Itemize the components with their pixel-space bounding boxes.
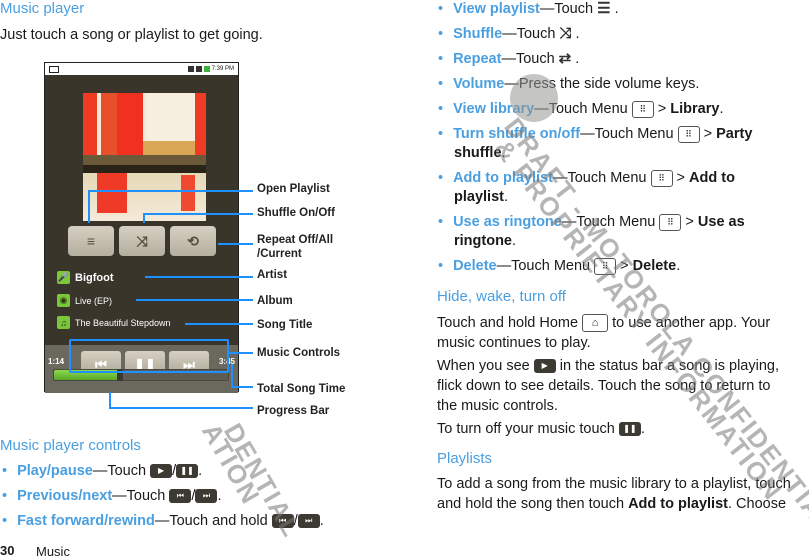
- song-row[interactable]: ♫ The Beautiful Stepdown: [57, 316, 171, 329]
- callout-line: [109, 407, 253, 409]
- repeat-button[interactable]: ⟲: [170, 226, 216, 256]
- callout-progress-bar: Progress Bar: [257, 405, 330, 417]
- callout-line: [143, 213, 253, 215]
- section-heading-player-controls: Music player controls: [0, 437, 141, 454]
- callout-line: [88, 190, 253, 192]
- music-controls-highlight: [69, 339, 229, 373]
- callout-line: [136, 299, 253, 301]
- artist-name: Bigfoot: [75, 271, 114, 284]
- hide-paragraph-3: To turn off your music touch ❚❚.: [437, 421, 645, 437]
- intro-text: Just touch a song or playlist to get goi…: [0, 27, 263, 43]
- album-name: Live (EP): [75, 295, 113, 306]
- album-row[interactable]: ◉ Live (EP): [57, 294, 112, 307]
- album-art: [83, 93, 206, 221]
- microphone-icon: 🎤: [57, 271, 70, 284]
- callout-line: [218, 243, 253, 245]
- battery-icon: [203, 66, 210, 72]
- bullet-add-playlist: • Add to playlist—Touch Menu ⠿ > Add to: [438, 169, 735, 187]
- menu-key-icon: ⠿: [659, 213, 682, 231]
- repeat-icon: ⇄: [558, 50, 572, 67]
- callout-song-title: Song Title: [257, 319, 313, 331]
- menu-key-icon: ⠿: [650, 169, 673, 187]
- bullet-volume: • Volume—Press the side volume keys.: [438, 76, 700, 92]
- shuffle-button[interactable]: ⤨: [119, 226, 165, 256]
- signal-icon: [187, 66, 194, 72]
- callout-total-song-time: Total Song Time: [257, 383, 346, 395]
- callout-line: [231, 386, 253, 388]
- page-number: 30: [0, 543, 15, 558]
- pause-icon: ❚❚: [176, 464, 199, 479]
- repeat-icon: ⟲: [187, 232, 199, 249]
- notification-icon: [49, 65, 59, 73]
- bullet-play-pause: • Play/pause—Touch ▶ / ❚❚.: [2, 463, 203, 479]
- callout-repeat-line2: /Current: [257, 248, 302, 260]
- footer-section: Music: [36, 544, 70, 558]
- callout-album: Album: [257, 295, 293, 307]
- bullet-add-playlist-cont: playlist.: [454, 189, 508, 205]
- status-bar: 7:39 PM: [45, 63, 238, 75]
- play-icon: ▶: [533, 359, 556, 374]
- bullet-shuffle: • Shuffle—Touch ⤨ .: [438, 25, 580, 42]
- callout-open-playlist: Open Playlist: [257, 183, 330, 195]
- bullet-previous-next: • Previous/next—Touch ⏮ / ⏭.: [2, 488, 222, 504]
- home-key-icon: ⌂: [582, 314, 609, 333]
- disc-icon: ◉: [57, 294, 70, 307]
- elapsed-time: 1:14: [48, 357, 65, 366]
- bullet-view-playlist: • View playlist—Touch ☰ .: [438, 0, 619, 17]
- song-title: The Beautiful Stepdown: [75, 317, 171, 328]
- hide-paragraph-1: Touch and hold Home ⌂ to use another app…: [437, 314, 771, 351]
- callout-artist: Artist: [257, 269, 288, 281]
- bullet-repeat: • Repeat—Touch ⇄ .: [438, 50, 580, 67]
- menu-key-icon: ⠿: [631, 100, 654, 118]
- callout-line: [145, 276, 253, 278]
- shuffle-icon: ⤨: [136, 232, 148, 249]
- callout-line: [88, 190, 90, 223]
- shuffle-icon: ⤨: [559, 25, 572, 42]
- open-playlist-button[interactable]: ≡: [68, 226, 114, 256]
- bullet-ringtone-cont: ringtone.: [454, 233, 517, 249]
- callout-line: [109, 392, 111, 408]
- menu-key-icon: ⠿: [677, 125, 700, 143]
- music-note-icon: ♫: [57, 316, 70, 329]
- section-heading-playlists: Playlists: [437, 450, 493, 467]
- callout-line: [231, 364, 233, 386]
- bullet-turn-shuffle: • Turn shuffle on/off—Touch Menu ⠿ > Part…: [438, 125, 753, 143]
- pause-icon: ❚❚: [618, 422, 641, 437]
- artist-row[interactable]: 🎤 Bigfoot: [57, 271, 113, 284]
- callout-line: [185, 323, 253, 325]
- section-heading-music-player: Music player: [0, 0, 85, 17]
- callout-line: [229, 352, 253, 354]
- playlist-icon: ☰: [597, 0, 611, 17]
- bullet-view-library: • View library—Touch Menu ⠿ > Library.: [438, 100, 724, 118]
- callout-music-controls: Music Controls: [257, 347, 341, 359]
- callout-repeat-line1: Repeat Off/All: [257, 234, 334, 246]
- status-time: 7:39 PM: [211, 66, 234, 72]
- section-heading-hide-wake: Hide, wake, turn off: [437, 288, 566, 305]
- callout-shuffle: Shuffle On/Off: [257, 207, 335, 219]
- play-icon: ▶: [150, 464, 173, 479]
- playlist-icon: ≡: [86, 233, 96, 249]
- network-icon: [195, 66, 202, 72]
- next-icon: ⏭: [195, 489, 218, 504]
- playlists-paragraph: To add a song from the music library to …: [437, 476, 791, 512]
- previous-icon: ⏮: [169, 489, 192, 504]
